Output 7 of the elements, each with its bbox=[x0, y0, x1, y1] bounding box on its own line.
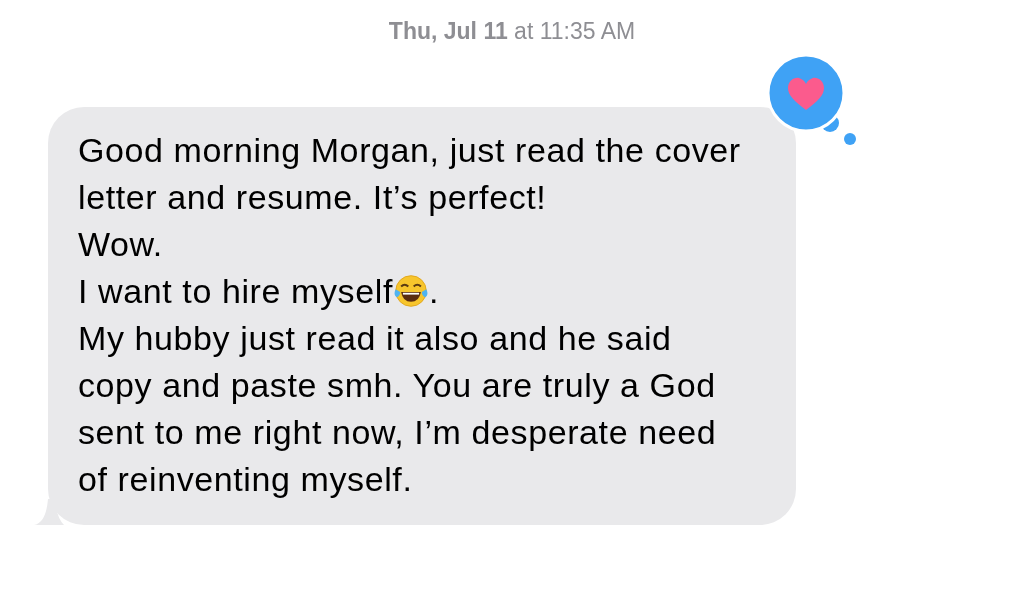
heart-reaction-icon[interactable] bbox=[766, 53, 858, 145]
message-bubble[interactable] bbox=[48, 107, 796, 525]
message-text: Wow. bbox=[78, 224, 163, 265]
message-text: Good morning Morgan, just read the cover letter and resume. It’s perfect! bbox=[78, 130, 742, 218]
message-text: I want to hire myself . bbox=[78, 271, 439, 312]
message-timestamp: Thu, Jul 11 at 11:35 AM bbox=[388, 18, 636, 45]
message-text: My hubby just read it also and he said copy and paste smh. You are truly a God sent to me right now, I’m desperate need of reinventing myself. bbox=[78, 318, 718, 500]
